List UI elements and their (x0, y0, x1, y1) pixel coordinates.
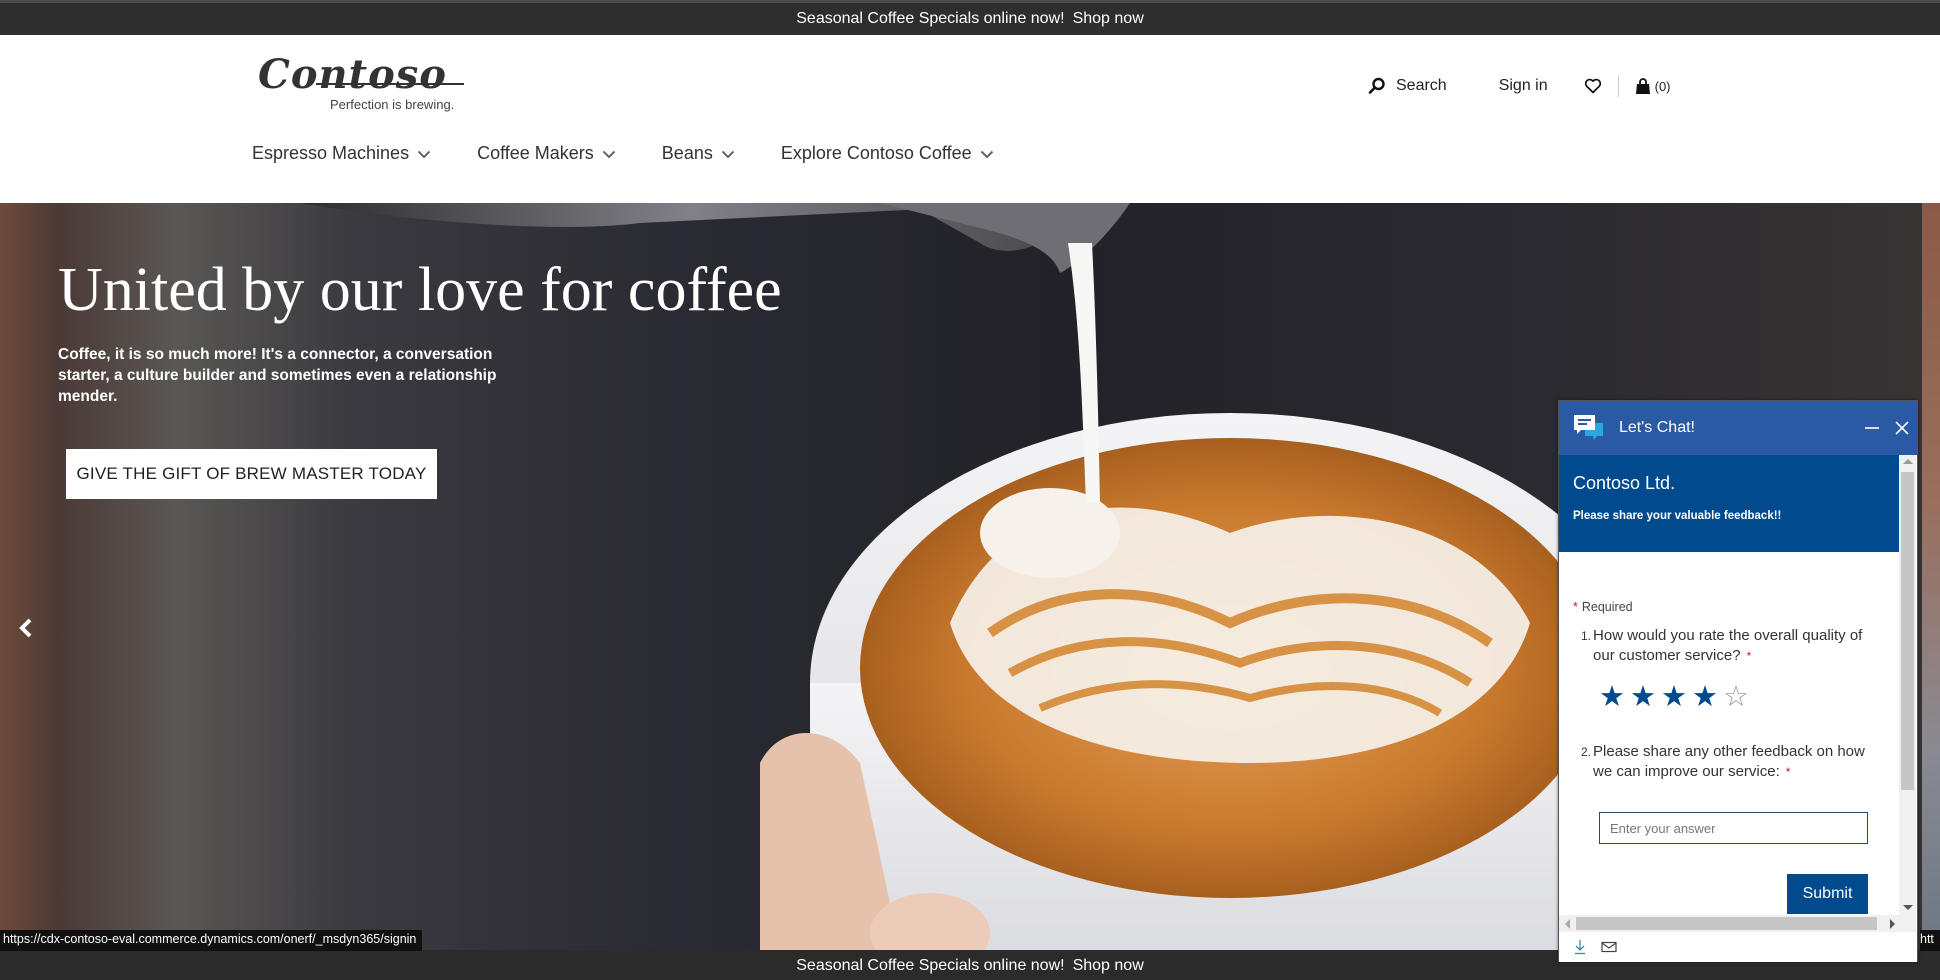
nav-label: Espresso Machines (252, 143, 410, 163)
cart-count: (0) (1654, 78, 1671, 94)
scroll-down-arrow[interactable] (1903, 905, 1913, 910)
promo-banner-top: Seasonal Coffee Specials online now! Sho… (0, 0, 1940, 35)
nav-label: Beans (661, 143, 713, 163)
email-transcript-button[interactable] (1601, 941, 1617, 953)
nav-espresso-machines[interactable]: Espresso Machines (252, 143, 431, 164)
rating-star-5[interactable]: ☆ (1723, 682, 1749, 712)
feedback-answer-input[interactable] (1599, 812, 1868, 844)
minimize-icon (1865, 427, 1879, 429)
scroll-right-arrow[interactable] (1890, 919, 1895, 929)
rating-star-2[interactable]: ★ (1630, 682, 1656, 712)
chat-banner: Contoso Ltd. Please share your valuable … (1559, 455, 1899, 552)
gift-brew-master-button[interactable]: GIVE THE GIFT OF BREW MASTER TODAY (66, 449, 437, 499)
nav-beans[interactable]: Beans (662, 143, 735, 164)
feedback-form: * Required 1. How would you rate the over… (1559, 552, 1899, 914)
chat-footer (1559, 932, 1917, 962)
promo-text: Seasonal Coffee Specials online now! (796, 10, 1065, 27)
promo-text: Seasonal Coffee Specials online now! (796, 956, 1065, 974)
nav-label: Explore Contoso Coffee (780, 143, 972, 163)
question-text: How would you rate the overall quality o… (1593, 626, 1885, 666)
chat-widget: Let's Chat! Contoso Ltd. Please share yo… (1558, 400, 1918, 962)
nav-label: Coffee Makers (477, 143, 594, 163)
chat-body: Contoso Ltd. Please share your valuable … (1559, 455, 1899, 915)
page-edge-image (1922, 203, 1940, 930)
logo-tagline: Perfection is brewing. (330, 97, 455, 112)
close-icon (1895, 421, 1909, 435)
chevron-down-icon (980, 150, 993, 159)
utility-nav: Search Sign in (0) (1368, 75, 1671, 97)
nav-coffee-makers[interactable]: Coffee Makers (477, 143, 616, 164)
minimize-button[interactable] (1857, 413, 1887, 443)
browser-viewport: Seasonal Coffee Specials online now! Sho… (0, 0, 1940, 980)
rating-star-4[interactable]: ★ (1692, 682, 1718, 712)
scroll-left-arrow[interactable] (1565, 919, 1570, 929)
question-2-text: Please share any other feedback on how w… (1593, 743, 1865, 780)
question-text: Please share any other feedback on how w… (1593, 742, 1885, 782)
status-bar-url-fragment: htt (1920, 930, 1940, 951)
required-asterisk: * (1785, 765, 1791, 779)
organization-name: Contoso Ltd. (1573, 473, 1676, 493)
vertical-scrollbar[interactable] (1899, 455, 1916, 915)
sign-in-link[interactable]: Sign in (1499, 77, 1548, 95)
scroll-thumb[interactable] (1901, 472, 1914, 790)
horizontal-scrollbar[interactable] (1559, 915, 1916, 932)
search-icon (1368, 77, 1385, 94)
status-bar-url: https://cdx-contoso-eval.commerce.dynami… (0, 930, 423, 951)
chevron-left-icon (19, 618, 32, 638)
shop-now-link[interactable]: Shop now (1073, 10, 1144, 28)
chevron-down-icon (721, 150, 735, 159)
search-label: Search (1396, 77, 1447, 94)
question-1: 1. How would you rate the overall qualit… (1573, 626, 1885, 666)
star-rating: ★ ★ ★ ★ ☆ (1599, 682, 1885, 712)
sign-in-label: Sign in (1498, 77, 1548, 94)
required-label: Required (1581, 600, 1633, 614)
logo-wordmark: Contoso (258, 55, 465, 95)
hero-subtitle: Coffee, it is so much more! It's a conne… (58, 346, 497, 405)
main-nav: Espresso Machines Coffee Makers Beans Ex… (252, 143, 1040, 164)
heart-icon (1584, 78, 1601, 94)
rating-star-1[interactable]: ★ (1599, 682, 1625, 712)
submit-button[interactable]: Submit (1787, 874, 1868, 914)
chevron-down-icon (602, 150, 616, 159)
contoso-logo[interactable]: Contoso Perfection is brewing. (258, 55, 465, 112)
carousel-prev-button[interactable] (14, 613, 38, 643)
utility-divider (1617, 75, 1619, 97)
shop-now-link[interactable]: Shop now (1073, 957, 1144, 975)
wishlist-button[interactable] (1584, 78, 1602, 94)
required-asterisk: * (1746, 649, 1752, 663)
chat-bubbles-icon (1574, 415, 1603, 440)
question-number: 1. (1581, 629, 1592, 643)
scroll-thumb[interactable] (1576, 917, 1877, 930)
rating-star-3[interactable]: ★ (1661, 682, 1687, 712)
question-1-text: How would you rate the overall quality o… (1593, 627, 1863, 664)
required-asterisk: * (1573, 600, 1578, 614)
close-button[interactable] (1887, 413, 1917, 443)
chat-window-controls (1857, 413, 1917, 443)
question-number: 2. (1581, 745, 1592, 759)
scroll-up-arrow[interactable] (1903, 459, 1913, 464)
chat-title: Let's Chat! (1619, 419, 1695, 436)
site-header: Contoso Perfection is brewing. Search Si… (0, 35, 1940, 203)
mail-icon (1601, 941, 1617, 953)
download-icon (1575, 940, 1585, 955)
cart-button[interactable]: (0) (1635, 77, 1671, 95)
banner-message: Please share your valuable feedback!! (1573, 510, 1782, 522)
shopping-bag-icon (1635, 77, 1650, 94)
chat-header: Let's Chat! (1559, 401, 1917, 455)
required-note: * Required (1573, 600, 1885, 614)
nav-explore-contoso-coffee[interactable]: Explore Contoso Coffee (781, 143, 994, 164)
chevron-down-icon (417, 150, 431, 159)
hero-title: United by our love for coffee (58, 256, 782, 324)
download-transcript-button[interactable] (1573, 939, 1587, 955)
question-2: 2. Please share any other feedback on ho… (1573, 742, 1885, 782)
search-button[interactable]: Search (1368, 77, 1447, 95)
